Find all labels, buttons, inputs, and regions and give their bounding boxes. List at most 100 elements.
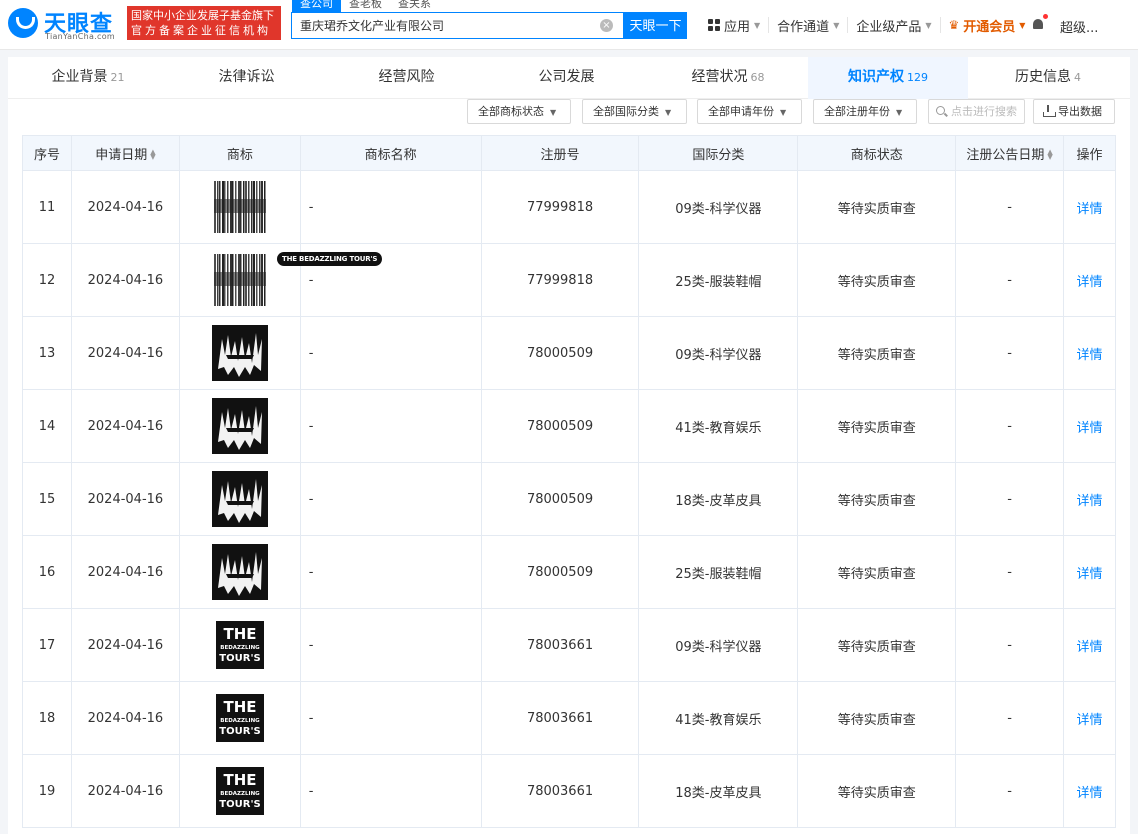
detail-link[interactable]: 详情 — [1076, 713, 1102, 728]
filter-reg-year[interactable]: 全部注册年份 ▼ — [813, 99, 917, 124]
row-detail-link[interactable]: 详情 — [1063, 535, 1116, 609]
badge-line-1: 国家中小企业发展子基金旗下 — [131, 9, 274, 22]
detail-link[interactable]: 详情 — [1076, 348, 1102, 363]
row-status: 等待实质审查 — [797, 754, 957, 828]
row-detail-link[interactable]: 详情 — [1063, 243, 1116, 317]
detail-link[interactable]: 详情 — [1076, 275, 1102, 290]
site-logo[interactable]: 天眼查 TianYanCha.com — [8, 6, 123, 42]
row-announce-date: - — [955, 170, 1064, 244]
search-type-tabs: 查公司 查老板 查关系 — [292, 0, 439, 12]
nav-vip[interactable]: ♛ 开通会员 ▼ — [941, 17, 1034, 35]
text-logo[interactable]: THE BEDAZZLING TOUR'S — [211, 617, 268, 673]
row-detail-link[interactable]: 详情 — [1063, 170, 1116, 244]
row-reg-no: 78003661 — [480, 608, 640, 682]
filter-intl-class[interactable]: 全部国际分类 ▼ — [582, 99, 687, 124]
col-announce-date[interactable]: 注册公告日期 ▲ ▼ — [955, 135, 1064, 171]
row-detail-link[interactable]: 详情 — [1063, 608, 1116, 682]
detail-link[interactable]: 详情 — [1076, 640, 1102, 655]
spiky-logo[interactable] — [211, 544, 268, 600]
logo-eye-icon — [8, 8, 38, 38]
row-status: 等待实质审查 — [797, 462, 957, 536]
trademark-table: 序号 申请日期 ▲ ▼ 商标 商标名称 注册号 国际分类 商标状态 注册公告日期 ▲ ▼… — [22, 135, 1116, 828]
user-menu[interactable]: 超级... — [1060, 17, 1098, 36]
search-button[interactable]: 天眼一下 — [624, 12, 687, 39]
bars-logo[interactable] — [211, 252, 268, 308]
search-input[interactable] — [292, 13, 592, 38]
row-announce-date: - — [955, 243, 1064, 317]
row-index: 17 — [22, 608, 72, 682]
row-detail-link[interactable]: 详情 — [1063, 389, 1116, 463]
nav-apps[interactable]: 应用 ▼ — [700, 17, 770, 35]
search-tab-relation[interactable]: 查关系 — [390, 0, 439, 12]
tab-count: 129 — [907, 71, 928, 84]
tab-history[interactable]: 历史信息 4 — [968, 57, 1128, 99]
tab-legal[interactable]: 法律诉讼 — [168, 57, 328, 99]
clear-icon[interactable]: × — [600, 19, 613, 32]
col-index: 序号 — [22, 135, 72, 171]
row-index: 13 — [22, 316, 72, 390]
table-row: 12 2024-04-16-77999818 25类-服装鞋帽 等待实质审查 - 详情 — [22, 243, 1116, 317]
svg-text:TOUR'S: TOUR'S — [219, 726, 260, 737]
row-detail-link[interactable]: 详情 — [1063, 316, 1116, 390]
tab-company-background[interactable]: 企业背景 21 — [8, 57, 168, 99]
text-logo[interactable]: THE BEDAZZLING TOUR'S — [211, 690, 268, 746]
col-reg-no: 注册号 — [480, 135, 640, 171]
spiky-logo[interactable] — [211, 471, 268, 527]
table-row: 15 2024-04-16-78000509 18类-皮革皮具 等待实质审查 - 详情 — [22, 462, 1116, 536]
spiky-logo[interactable] — [211, 398, 268, 454]
row-index: 14 — [22, 389, 72, 463]
spiky-logo[interactable] — [211, 325, 268, 381]
row-trademark-name: - — [299, 316, 482, 390]
row-status: 等待实质审查 — [797, 316, 957, 390]
logo-domain: TianYanCha.com — [45, 32, 115, 41]
nav-enterprise-label: 企业级产品 — [856, 19, 922, 35]
tab-intellectual-property[interactable]: 知识产权 129 — [808, 57, 968, 99]
text-logo[interactable]: THE BEDAZZLING TOUR'S — [211, 763, 268, 819]
filter-apply-year[interactable]: 全部申请年份 ▼ — [697, 99, 802, 124]
svg-text:THE: THE — [223, 698, 256, 716]
download-icon — [1043, 105, 1056, 117]
col-apply-date-label: 申请日期 — [95, 147, 148, 163]
row-trademark-logo — [178, 462, 301, 536]
row-detail-link[interactable]: 详情 — [1063, 754, 1116, 828]
detail-link[interactable]: 详情 — [1076, 786, 1102, 801]
nav-enterprise[interactable]: 企业级产品 ▼ — [848, 17, 941, 35]
row-trademark-logo — [178, 316, 301, 390]
nav-cooperation[interactable]: 合作通道 ▼ — [769, 17, 849, 35]
detail-link[interactable]: 详情 — [1076, 202, 1102, 217]
nav-vip-label: 开通会员 — [963, 19, 1016, 35]
tab-label: 公司发展 — [538, 69, 595, 85]
export-button[interactable]: 导出数据 — [1033, 99, 1115, 124]
row-trademark-name: - — [299, 462, 482, 536]
row-intl-class: 41类-教育娱乐 — [638, 389, 799, 463]
bell-icon[interactable] — [1031, 14, 1048, 32]
row-trademark-name: - — [299, 535, 482, 609]
row-trademark-logo — [178, 535, 301, 609]
detail-link[interactable]: 详情 — [1076, 421, 1102, 436]
tab-operations[interactable]: 经营状况 68 — [648, 57, 808, 99]
col-apply-date[interactable]: 申请日期 ▲ ▼ — [70, 135, 180, 171]
row-detail-link[interactable]: 详情 — [1063, 681, 1116, 755]
official-badge: 国家中小企业发展子基金旗下 官方备案企业征信机构 — [127, 6, 281, 40]
row-apply-date: 2024-04-16 — [70, 462, 180, 536]
section-tabs: 企业背景 21 法律诉讼 经营风险 公司发展 经营状况 68 知识产权 129 历史信… — [8, 57, 1130, 99]
filter-status[interactable]: 全部商标状态 ▼ — [467, 99, 571, 124]
detail-link[interactable]: 详情 — [1076, 494, 1102, 509]
row-announce-date: - — [955, 316, 1064, 390]
row-status: 等待实质审查 — [797, 535, 957, 609]
row-intl-class: 25类-服装鞋帽 — [638, 243, 799, 317]
tab-development[interactable]: 公司发展 — [488, 57, 648, 99]
detail-link[interactable]: 详情 — [1076, 567, 1102, 582]
row-reg-no: 78000509 — [480, 535, 640, 609]
row-index: 16 — [22, 535, 72, 609]
search-tab-company[interactable]: 查公司 — [292, 0, 341, 12]
table-header-row: 序号 申请日期 ▲ ▼ 商标 商标名称 注册号 国际分类 商标状态 注册公告日期 ▲ ▼… — [22, 135, 1116, 171]
tab-risk[interactable]: 经营风险 — [328, 57, 488, 99]
tab-label: 经营状况 — [691, 69, 748, 85]
filter-search-input[interactable]: 点击进行搜索 — [928, 99, 1025, 124]
row-trademark-name: - — [299, 681, 482, 755]
badge-line-2: 官方备案企业征信机构 — [131, 24, 271, 37]
row-detail-link[interactable]: 详情 — [1063, 462, 1116, 536]
bars-logo[interactable] — [211, 179, 268, 235]
search-tab-boss[interactable]: 查老板 — [341, 0, 390, 12]
